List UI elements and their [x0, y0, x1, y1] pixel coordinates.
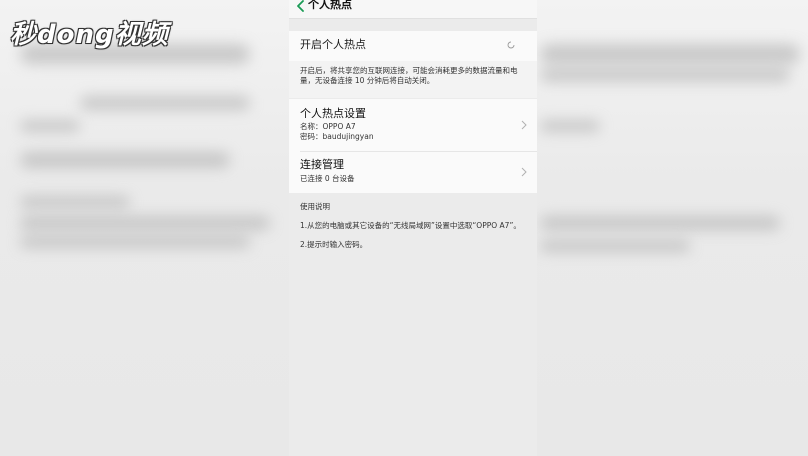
usage-title: 使用说明 [300, 202, 330, 211]
settings-card: 个人热点设置 名称：OPPO A7 密码：baudujingyan 连接管理 已… [289, 99, 537, 193]
background-blur [540, 240, 690, 252]
background-blur [80, 96, 250, 110]
watermark-text: 秒dong视频 [10, 19, 169, 50]
background-blur [20, 196, 130, 208]
hotspot-toggle-row[interactable]: 开启个人热点 [289, 31, 537, 61]
connection-management-title: 连接管理 [300, 158, 344, 171]
background-blur [540, 120, 600, 132]
hotspot-name: 名称：OPPO A7 [300, 122, 356, 131]
background-blur [540, 44, 800, 64]
watermark-logo: 秒dong视频 [10, 14, 169, 50]
background-blur [20, 236, 250, 248]
hotspot-settings-title: 个人热点设置 [300, 107, 366, 120]
hotspot-settings-row[interactable]: 个人热点设置 名称：OPPO A7 密码：baudujingyan [289, 99, 537, 151]
connected-devices-status: 已连接 0 台设备 [300, 174, 355, 183]
hotspot-description-text: 开启后，将共享您的互联网连接，可能会消耗更多的数据流量和电量，无设备连接 10 … [300, 66, 518, 85]
usage-step-2: 2.提示时输入密码。 [300, 240, 368, 249]
hotspot-description: 开启后，将共享您的互联网连接，可能会消耗更多的数据流量和电量，无设备连接 10 … [289, 61, 537, 98]
background-blur [540, 68, 790, 82]
background-blur [20, 120, 80, 132]
usage-step-1: 1.从您的电脑或其它设备的“无线局域网”设置中选取“OPPO A7”。 [300, 221, 521, 230]
chevron-right-icon [521, 120, 527, 130]
title-bar: 个人热点 [289, 0, 537, 19]
connection-management-row[interactable]: 连接管理 已连接 0 台设备 [289, 152, 537, 193]
chevron-left-icon[interactable] [296, 0, 306, 12]
chevron-right-icon [521, 167, 527, 177]
page-title: 个人热点 [308, 0, 352, 11]
loading-spinner-icon [507, 41, 515, 49]
hotspot-password: 密码：baudujingyan [300, 132, 374, 141]
settings-screen: 个人热点 开启个人热点 开启后，将共享您的互联网连接，可能会消耗更多的数据流量和… [289, 0, 537, 456]
background-blur [20, 152, 230, 168]
background-blur [20, 216, 270, 230]
background-blur [540, 216, 780, 230]
hotspot-toggle-label: 开启个人热点 [300, 38, 366, 51]
